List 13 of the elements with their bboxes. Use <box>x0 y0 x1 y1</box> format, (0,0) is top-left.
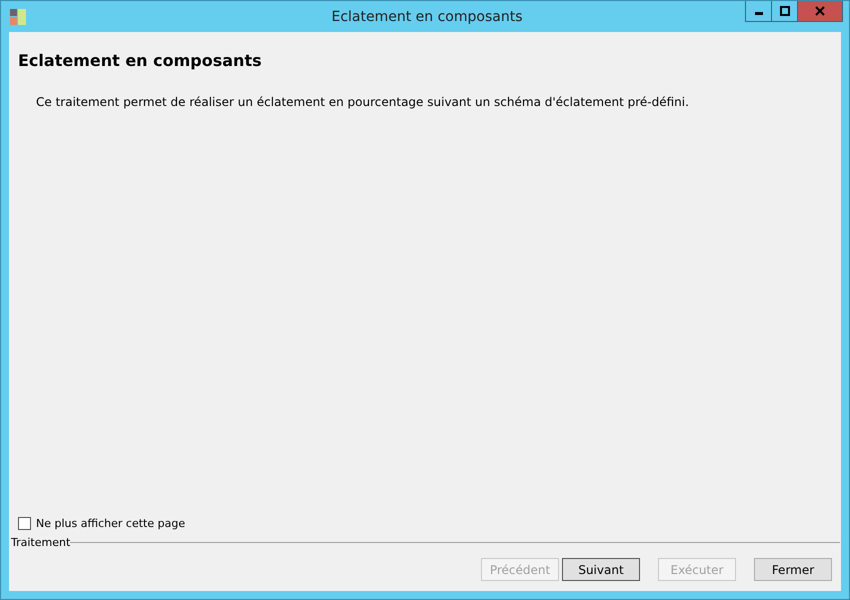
window-title: Eclatement en composants <box>330 8 524 24</box>
checkbox[interactable] <box>18 517 31 530</box>
close-button[interactable] <box>797 1 843 22</box>
description-text: Ce traitement permet de réaliser un éclatement en pourcentage suivant un schéma d'éclatement pré-défini. <box>36 95 690 109</box>
group-label: Traitement <box>11 536 70 549</box>
minimize-button[interactable] <box>745 1 772 22</box>
checkbox-label: Ne plus afficher cette page <box>36 517 186 530</box>
page-heading: Eclatement en composants <box>18 51 263 70</box>
dialog-button[interactable]: Fermer <box>754 558 832 581</box>
dialog-button[interactable]: Suivant <box>562 558 640 581</box>
app-icon <box>9 8 27 26</box>
maximize-icon <box>780 6 790 16</box>
close-icon <box>815 6 825 16</box>
